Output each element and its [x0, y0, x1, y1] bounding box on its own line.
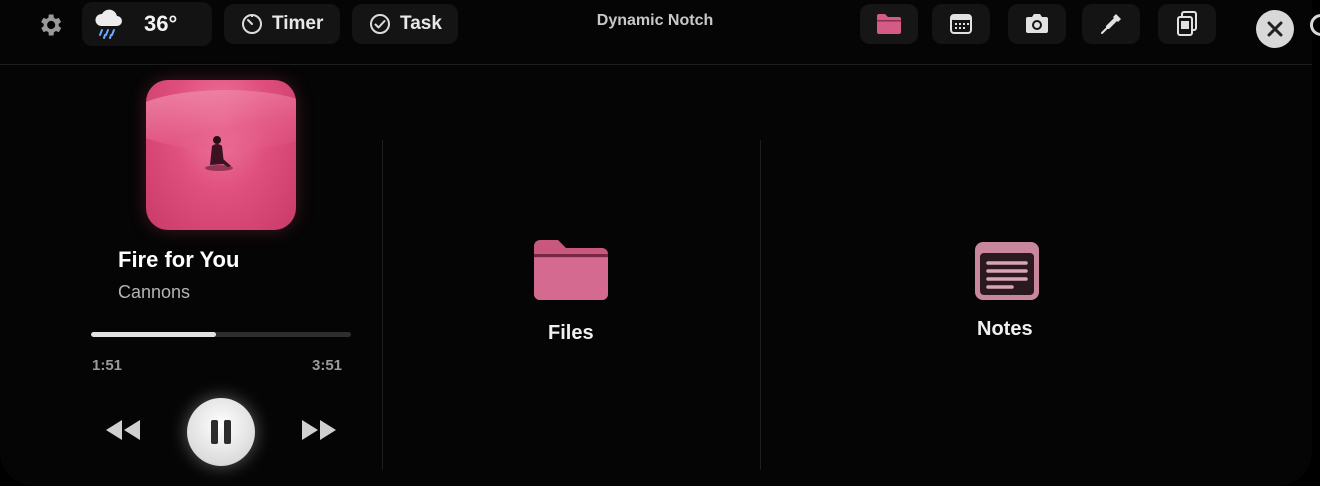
weather-widget[interactable]: 36°	[82, 2, 212, 46]
calendar-icon	[950, 14, 972, 34]
folder-icon	[877, 14, 901, 34]
panel-divider	[760, 140, 761, 470]
settings-button[interactable]	[34, 9, 66, 41]
task-button[interactable]: Task	[352, 4, 458, 44]
temperature-value: 36°	[144, 11, 178, 36]
eyedropper-icon	[1101, 14, 1121, 34]
close-icon	[1267, 21, 1283, 37]
rain-cloud-icon	[92, 7, 126, 41]
playback-progress-bar[interactable]	[91, 332, 351, 337]
task-label: Task	[400, 13, 442, 34]
track-artist: Cannons	[118, 282, 191, 302]
dynamic-notch-window: 36° Timer Task Dynamic Notch Fire for Yo…	[0, 0, 1312, 486]
notes-label[interactable]: Notes	[977, 318, 1033, 341]
timer-label: Timer	[272, 13, 324, 34]
total-duration: 3:51	[312, 357, 343, 374]
files-folder-icon[interactable]	[532, 238, 610, 302]
files-tool-button[interactable]	[860, 4, 918, 44]
panel-divider	[382, 140, 383, 470]
fast-forward-icon[interactable]	[300, 418, 338, 442]
play-pause-button[interactable]	[187, 398, 255, 466]
timer-button[interactable]: Timer	[224, 4, 340, 44]
app-title: Dynamic Notch	[596, 12, 714, 29]
timer-icon	[242, 14, 262, 34]
album-art-figure	[205, 136, 233, 171]
calendar-tool-button[interactable]	[932, 4, 990, 44]
camera-tool-button[interactable]	[1008, 4, 1066, 44]
top-bar: 36° Timer Task Dynamic Notch	[0, 0, 1312, 65]
clipboard-tool-button[interactable]	[1158, 4, 1216, 44]
clipboard-icon	[1177, 11, 1197, 36]
pause-icon	[211, 420, 231, 444]
files-label[interactable]: Files	[548, 322, 594, 345]
color-picker-tool-button[interactable]	[1082, 4, 1140, 44]
track-title: Fire for You	[118, 247, 240, 272]
close-button[interactable]	[1256, 10, 1294, 48]
checkmark-circle-icon	[370, 14, 390, 34]
gear-icon	[41, 14, 62, 36]
notes-icon[interactable]	[974, 241, 1040, 301]
playback-progress-fill	[91, 332, 216, 337]
album-art[interactable]	[146, 80, 296, 230]
rewind-icon[interactable]	[104, 418, 142, 442]
elapsed-time: 1:51	[92, 357, 123, 374]
camera-icon	[1026, 14, 1048, 33]
